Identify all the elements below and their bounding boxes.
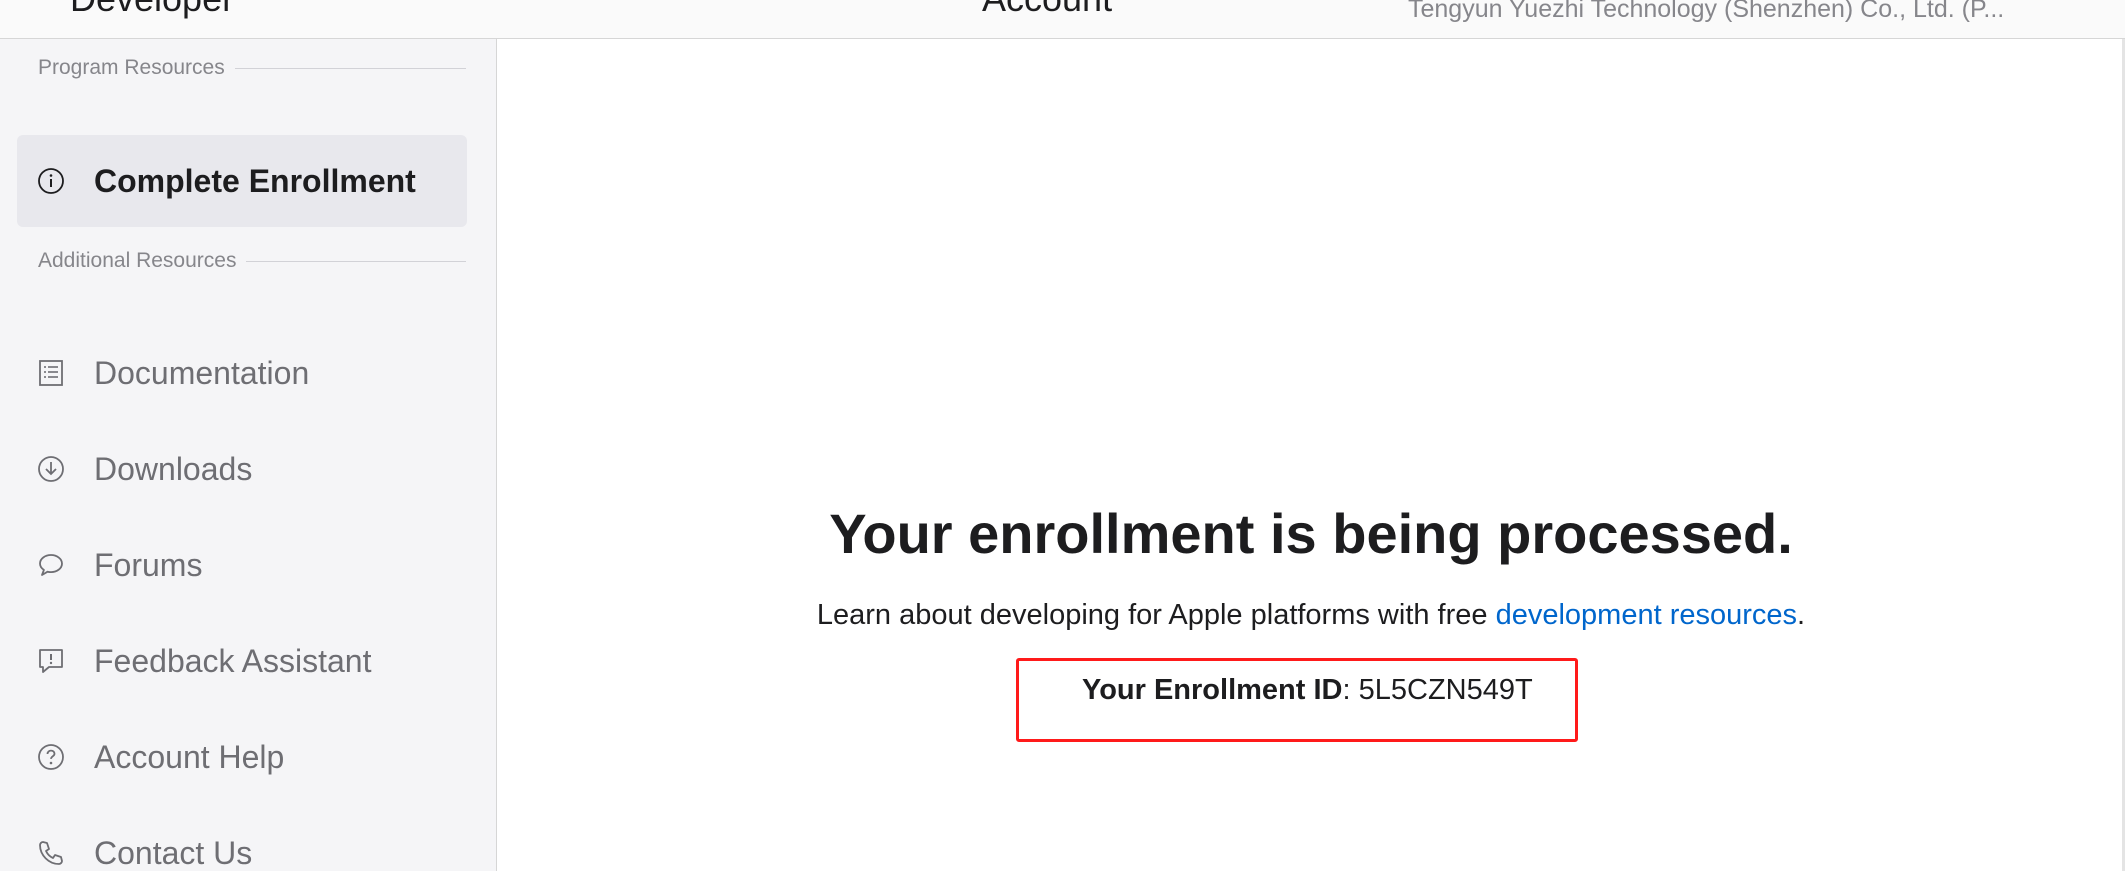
question-icon (36, 742, 66, 772)
sidebar-item-feedback-assistant[interactable]: Feedback Assistant (17, 615, 467, 707)
sidebar-item-forums[interactable]: Forums (17, 519, 467, 611)
sidebar-item-complete-enrollment[interactable]: Complete Enrollment (17, 135, 467, 227)
enrollment-id-line: Your Enrollment ID: 5L5CZN549T (1082, 674, 1533, 707)
account-org-menu[interactable]: Tengyun Yuezhi Technology (Shenzhen) Co.… (1408, 0, 2004, 24)
sidebar-item-label: Account Help (94, 738, 285, 775)
resources-note: Learn about developing for Apple platfor… (497, 599, 2125, 632)
global-header: Developer Account Tengyun Yuezhi Technol… (0, 0, 2125, 39)
resources-note-period: . (1797, 599, 1806, 631)
sidebar-item-contact-us[interactable]: Contact Us (17, 807, 467, 871)
sidebar-item-downloads[interactable]: Downloads (17, 423, 467, 515)
development-resources-link[interactable]: development resources (1496, 599, 1797, 631)
resources-note-text: Learn about developing for Apple platfor… (816, 599, 1496, 631)
sidebar-item-documentation[interactable]: Documentation (17, 327, 467, 419)
main-content: Your enrollment is being processed. Lear… (497, 39, 2125, 871)
enrollment-id-separator: : (1342, 674, 1359, 706)
sidebar-item-label: Contact Us (94, 834, 253, 871)
document-icon (36, 358, 66, 388)
page-title: Account (982, 0, 1112, 20)
chat-bubble-icon (36, 550, 66, 580)
sidebar-item-label: Forums (94, 546, 203, 583)
feedback-icon (36, 646, 66, 676)
sidebar-item-label: Feedback Assistant (94, 642, 372, 679)
sidebar-item-account-help[interactable]: Account Help (17, 711, 467, 803)
phone-icon (36, 838, 66, 868)
enrollment-id-label: Your Enrollment ID (1082, 674, 1343, 706)
sidebar: Program Resources Complete Enrollment Ad… (0, 39, 497, 871)
download-icon (36, 454, 66, 484)
brand-label: Developer (70, 0, 234, 19)
enrollment-id-value: 5L5CZN549T (1358, 674, 1533, 706)
developer-home-link[interactable]: Developer (38, 0, 234, 20)
apple-logo-icon (38, 0, 62, 16)
section-divider (246, 260, 466, 262)
status-headline: Your enrollment is being processed. (829, 502, 1793, 565)
sidebar-item-label: Downloads (94, 450, 253, 487)
enrollment-id-highlight: Your Enrollment ID: 5L5CZN549T (1016, 658, 1578, 742)
section-label: Program Resources (38, 56, 225, 79)
sidebar-item-label: Documentation (94, 354, 310, 391)
section-label: Additional Resources (38, 249, 237, 272)
sidebar-item-label: Complete Enrollment (94, 162, 416, 199)
section-divider (234, 67, 466, 69)
program-resources-header: Program Resources (38, 56, 466, 80)
info-icon (36, 166, 66, 196)
additional-resources-header: Additional Resources (38, 249, 466, 273)
